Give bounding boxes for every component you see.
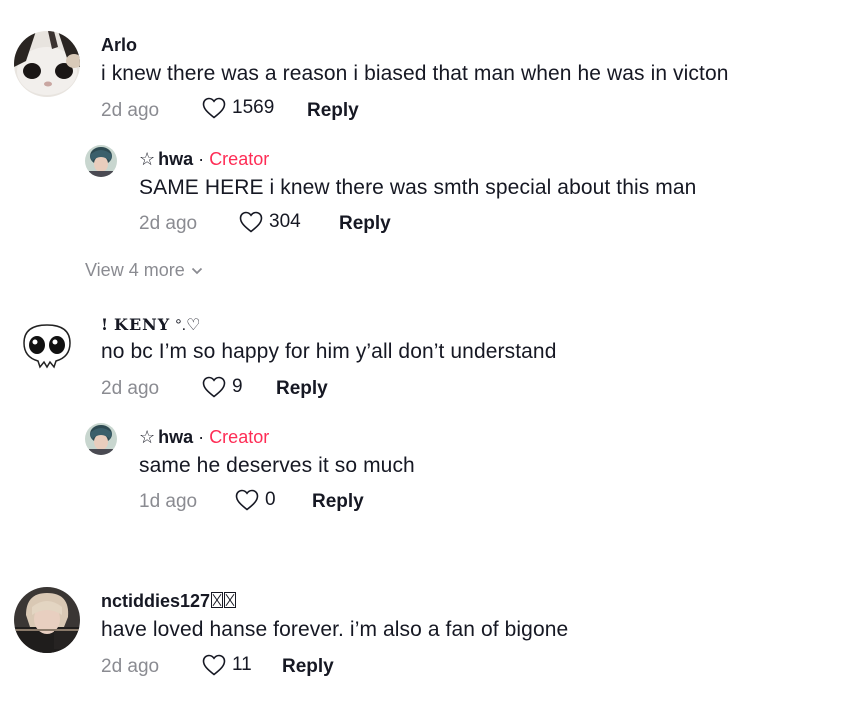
creator-badge: Creator [209, 149, 270, 169]
like-count: 9 [232, 376, 243, 397]
comment-text: have loved hanse forever. i’m also a fan… [101, 618, 569, 641]
reply-button[interactable]: Reply [307, 100, 359, 122]
like-count: 1569 [232, 97, 275, 118]
reply-button[interactable]: Reply [282, 656, 334, 678]
avatar[interactable] [14, 587, 80, 653]
star-icon: ☆ [139, 427, 156, 447]
comment-timestamp: 2d ago [101, 378, 160, 399]
like-button[interactable]: 9 [202, 376, 243, 398]
avatar[interactable] [85, 423, 117, 455]
user-avatar-icon [14, 587, 80, 653]
reply-username[interactable]: ☆ hwa · Creator [139, 149, 269, 170]
user-avatar-icon [85, 145, 117, 177]
reply-button[interactable]: Reply [312, 491, 364, 513]
avatar[interactable] [14, 31, 80, 97]
reply-button[interactable]: Reply [339, 213, 391, 235]
heart-outline-icon [235, 489, 259, 511]
comment-username[interactable]: nctiddies127 [101, 591, 237, 612]
heart-outline-icon [239, 211, 263, 233]
like-count: 0 [265, 489, 276, 510]
reply-button[interactable]: Reply [276, 378, 328, 400]
like-count: 11 [232, 654, 252, 675]
heart-outline-icon [202, 654, 226, 676]
avatar[interactable] [14, 313, 80, 379]
heart-outline-icon [202, 376, 226, 398]
comment-text: i knew there was a reason i biased that … [101, 62, 729, 85]
ghost-avatar-icon [14, 313, 80, 379]
reply-text: same he deserves it so much [139, 454, 415, 477]
missing-glyph-icon [211, 592, 224, 608]
comment-timestamp: 2d ago [101, 656, 160, 677]
like-button[interactable]: 304 [239, 211, 301, 233]
view-more-replies-button[interactable]: View 4 more [85, 260, 203, 281]
chevron-down-icon [191, 267, 202, 274]
reply-username[interactable]: ☆ hwa · Creator [139, 427, 269, 448]
avatar[interactable] [85, 145, 117, 177]
comment-username[interactable]: ! KENY °.♡ [101, 314, 200, 335]
view-more-label: View 4 more [85, 260, 185, 280]
comment-text: no bc I’m so happy for him y’all don’t u… [101, 340, 557, 363]
reply-text: SAME HERE i knew there was smth special … [139, 176, 697, 199]
like-button[interactable]: 11 [202, 654, 252, 676]
reply-timestamp: 2d ago [139, 213, 198, 234]
comment-username[interactable]: Arlo [101, 35, 137, 56]
like-button[interactable]: 1569 [202, 97, 274, 119]
missing-glyph-icon [224, 592, 237, 608]
like-count: 304 [269, 211, 301, 232]
like-button[interactable]: 0 [235, 489, 276, 511]
reply-timestamp: 1d ago [139, 491, 198, 512]
cat-avatar-icon [14, 31, 80, 97]
star-icon: ☆ [139, 149, 156, 169]
creator-badge: Creator [209, 427, 270, 447]
user-avatar-icon [85, 423, 117, 455]
heart-outline-icon [202, 97, 226, 119]
comment-timestamp: 2d ago [101, 100, 160, 121]
